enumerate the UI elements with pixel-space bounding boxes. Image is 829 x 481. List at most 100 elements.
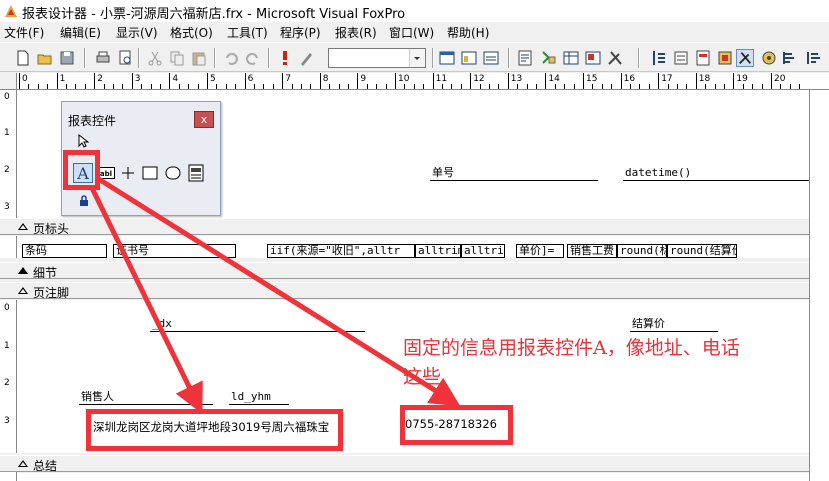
data-env-icon[interactable] — [540, 49, 558, 67]
ruler-major-tick — [695, 73, 697, 89]
order-no-label[interactable]: 单号 — [430, 167, 598, 181]
toolbar-combo[interactable] — [328, 48, 426, 68]
toolbar-separator — [432, 48, 434, 68]
align-icon[interactable] — [804, 49, 822, 67]
source-expr-field[interactable]: iif(来源="收旧",alltr — [267, 244, 415, 258]
preview-icon[interactable] — [116, 49, 134, 67]
ruler-major-tick — [470, 73, 472, 89]
band-label: 细节 — [33, 266, 58, 280]
layout-icon[interactable] — [584, 49, 602, 67]
menu-program[interactable]: 程序(P) — [280, 24, 321, 41]
table-icon[interactable] — [562, 49, 580, 67]
ruler-minor-tick — [705, 84, 707, 89]
ruler-minor-tick — [536, 84, 537, 89]
unit-price-field[interactable]: 单价]= — [516, 244, 564, 258]
ruler-minor-tick — [667, 84, 669, 89]
ruler-minor-tick — [554, 84, 556, 89]
ruler-number: 0 — [22, 74, 28, 84]
menu-tools[interactable]: 工具(T) — [227, 24, 268, 41]
menu-format[interactable]: 格式(O) — [170, 24, 213, 41]
color-palette-icon[interactable] — [716, 49, 734, 67]
ruler-minor-tick — [742, 84, 744, 89]
band-collapse-icon[interactable] — [18, 223, 28, 230]
ruler-minor-tick — [113, 84, 114, 89]
chevron-down-icon[interactable] — [409, 49, 425, 67]
alltrim-field-2[interactable]: alltri — [461, 244, 505, 258]
ruler-minor-tick — [648, 84, 650, 89]
round-settle-field[interactable]: round(结算价 — [667, 244, 737, 258]
datetime-field[interactable]: datetime() — [623, 167, 809, 181]
ruler-minor-tick — [366, 84, 368, 89]
band-page-footer[interactable]: 页注脚 — [0, 282, 809, 300]
detail-area[interactable]: 条码 证书号 iif(来源="收旧",alltr alltrim( alltri… — [17, 236, 809, 258]
help-icon[interactable] — [780, 49, 798, 67]
band-collapse-icon[interactable] — [18, 267, 28, 274]
new-icon[interactable] — [14, 49, 32, 67]
vertical-scrollbar[interactable] — [809, 90, 829, 481]
paste-icon[interactable] — [190, 49, 208, 67]
layout-toolbar-icon[interactable] — [760, 49, 778, 67]
ruler-major-tick — [357, 73, 359, 89]
run-icon[interactable] — [276, 49, 294, 67]
band-detail[interactable]: 细节 — [0, 262, 809, 280]
ruler-number: 4 — [172, 74, 179, 84]
cert-no-field[interactable]: 证书号 — [113, 244, 236, 258]
round-field[interactable]: round(标 — [617, 244, 667, 258]
picture-tool-icon[interactable] — [188, 164, 204, 182]
report-icon[interactable] — [694, 49, 712, 67]
menu-view[interactable]: 显示(V) — [116, 24, 158, 41]
settle-price-label[interactable]: 结算价 — [630, 318, 718, 332]
command-window-icon[interactable] — [438, 49, 456, 67]
alltrim-field[interactable]: alltrim( — [415, 244, 461, 258]
ruler-number: 2 — [4, 378, 10, 388]
save-icon[interactable] — [58, 49, 76, 67]
ruler-number: 1 — [4, 341, 10, 351]
band-collapse-icon[interactable] — [18, 287, 28, 294]
menu-file[interactable]: 文件(F) — [4, 24, 44, 41]
report-preview-icon[interactable] — [516, 49, 534, 67]
ruler-minor-tick — [310, 84, 312, 89]
copy-icon[interactable] — [168, 49, 186, 67]
band-collapse-icon[interactable] — [18, 460, 28, 467]
ruler-major-tick — [207, 73, 208, 89]
lock-icon[interactable] — [79, 195, 89, 207]
band-page-header[interactable]: 页标头 — [0, 218, 809, 236]
cut-icon[interactable] — [146, 49, 164, 67]
ld-yhm-field[interactable]: ld_yhm — [229, 391, 289, 405]
ruler-minor-tick — [677, 84, 678, 89]
labor-fee-field[interactable]: 销售工费 — [567, 244, 617, 258]
tools-icon[interactable] — [606, 49, 624, 67]
ruler-minor-tick — [630, 84, 631, 89]
ruler-minor-tick — [413, 84, 415, 89]
form-icon[interactable] — [672, 49, 690, 67]
dx-field[interactable]: _dx — [150, 318, 365, 332]
rectangle-tool-icon[interactable] — [142, 166, 158, 180]
rounded-rectangle-tool-icon[interactable] — [165, 166, 181, 180]
standard-toolbar — [0, 42, 829, 72]
data-session-icon[interactable] — [482, 49, 500, 67]
line-tool-icon[interactable] — [121, 165, 135, 181]
vertical-ruler-page-footer: 0 1 2 3 — [0, 300, 17, 453]
report-controls-icon[interactable] — [736, 49, 754, 67]
project-icon[interactable] — [650, 49, 668, 67]
ruler-minor-tick — [122, 84, 124, 89]
summary-area[interactable] — [17, 473, 809, 481]
view-window-icon[interactable] — [460, 49, 478, 67]
open-icon[interactable] — [36, 49, 54, 67]
band-summary[interactable]: 总结 — [0, 455, 809, 473]
redo-icon[interactable] — [244, 49, 262, 67]
barcode-field[interactable]: 条码 — [22, 244, 107, 258]
modify-icon[interactable] — [298, 49, 316, 67]
menu-edit[interactable]: 编辑(E) — [60, 24, 101, 41]
salesperson-label[interactable]: 销售人 — [79, 391, 213, 405]
ruler-minor-tick — [724, 84, 725, 89]
undo-icon[interactable] — [222, 49, 240, 67]
print-icon[interactable] — [94, 49, 112, 67]
ruler-major-tick — [131, 73, 133, 89]
close-icon[interactable]: x — [194, 111, 214, 128]
select-pointer-icon[interactable] — [78, 134, 90, 148]
ruler-minor-tick — [385, 84, 387, 89]
menu-window[interactable]: 窗口(W) — [389, 24, 434, 41]
menu-help[interactable]: 帮助(H) — [447, 24, 489, 41]
menu-report[interactable]: 报表(R) — [335, 24, 377, 41]
